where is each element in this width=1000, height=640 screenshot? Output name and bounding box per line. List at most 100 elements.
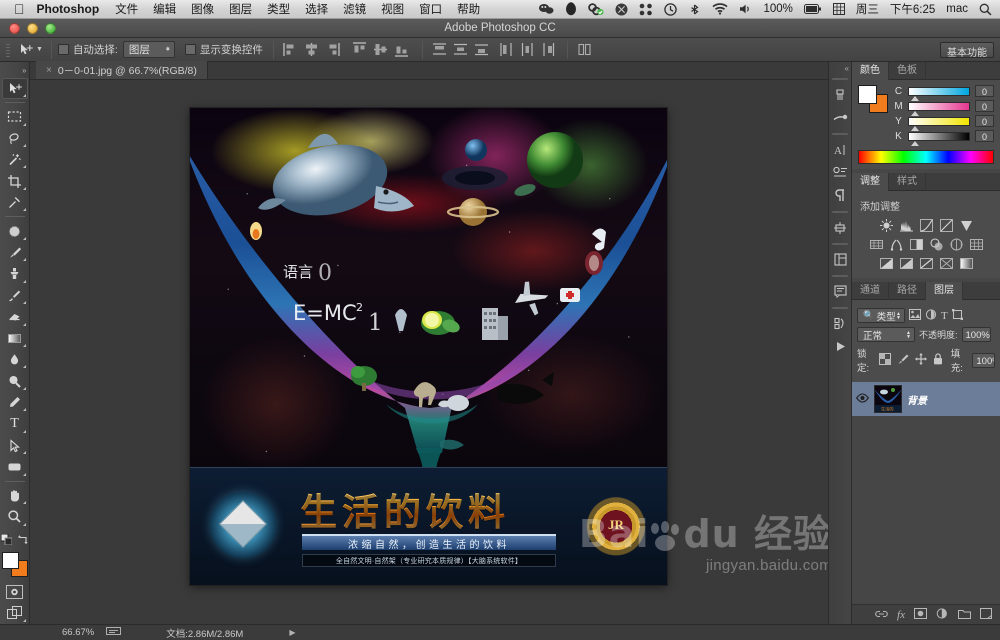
lasso-tool[interactable] xyxy=(2,128,28,149)
vibrance-icon[interactable] xyxy=(959,218,974,233)
path-selection-tool[interactable] xyxy=(2,435,28,456)
tab-channels[interactable]: 通道 xyxy=(852,282,889,300)
menu-item-type[interactable]: 类型 xyxy=(267,1,290,17)
distribute-right-edges-button[interactable] xyxy=(540,41,557,58)
cyan-slider[interactable] xyxy=(908,86,970,101)
color-spectrum-ramp[interactable] xyxy=(858,150,994,164)
slider-thumb[interactable] xyxy=(911,95,919,101)
menu-item-layer[interactable]: 图层 xyxy=(229,1,252,17)
blend-mode-dropdown[interactable]: 正常 ▲ ▼ xyxy=(857,327,915,342)
apple-icon[interactable]:  xyxy=(14,2,25,16)
close-button[interactable] xyxy=(9,22,20,34)
screen-mode-icon[interactable] xyxy=(2,602,28,623)
threshold-icon[interactable] xyxy=(919,256,934,271)
distribute-top-edges-button[interactable] xyxy=(431,41,448,58)
quick-mask-icon[interactable] xyxy=(2,581,28,602)
lock-position-icon[interactable] xyxy=(914,352,927,368)
spot-healing-tool[interactable] xyxy=(2,220,28,241)
eye-icon[interactable] xyxy=(856,390,869,408)
color-balance-icon[interactable] xyxy=(889,237,904,252)
minimize-button[interactable] xyxy=(27,22,38,34)
crop-tool[interactable] xyxy=(2,170,28,191)
character-panel-icon[interactable]: A xyxy=(829,138,851,161)
align-right-edges-button[interactable] xyxy=(324,41,341,58)
adjustment-layer-filter-icon[interactable] xyxy=(925,308,937,323)
magic-wand-tool[interactable] xyxy=(2,149,28,170)
shape-tool[interactable] xyxy=(2,456,28,477)
fill-value[interactable]: 100% xyxy=(972,352,995,368)
distribute-horizontal-centers-button[interactable] xyxy=(519,41,536,58)
yellow-value[interactable]: 0 xyxy=(975,115,994,127)
volume-icon[interactable] xyxy=(739,3,752,15)
tab-paths[interactable]: 路径 xyxy=(889,282,926,300)
yellow-slider[interactable] xyxy=(908,116,970,131)
wechat-icon[interactable] xyxy=(538,3,554,15)
distribute-left-edges-button[interactable] xyxy=(498,41,515,58)
eyedropper-tool[interactable] xyxy=(2,192,28,213)
move-tool-icon[interactable]: ▼ xyxy=(16,42,45,57)
new-group-icon[interactable] xyxy=(958,606,971,624)
menu-app-name[interactable]: Photoshop xyxy=(37,2,100,16)
foreground-color-swatch[interactable] xyxy=(1,551,19,569)
paragraph-panel-icon[interactable] xyxy=(829,184,851,207)
character-styles-icon[interactable] xyxy=(829,161,851,184)
clone-source-icon[interactable] xyxy=(829,312,851,335)
menu-item-file[interactable]: 文件 xyxy=(115,1,138,17)
timemachine-icon[interactable] xyxy=(664,2,678,16)
notes-panel-icon[interactable] xyxy=(829,280,851,303)
distribute-vertical-centers-button[interactable] xyxy=(452,41,469,58)
zoom-button[interactable] xyxy=(45,22,56,34)
cyan-value[interactable]: 0 xyxy=(975,85,994,97)
opacity-value[interactable]: 100% xyxy=(961,327,991,342)
distribute-bottom-edges-button[interactable] xyxy=(473,41,490,58)
black-white-icon[interactable] xyxy=(909,237,924,252)
double-chevron-icon[interactable]: » xyxy=(0,64,30,78)
canvas-stage[interactable]: 语言 0 E=MC 2 1 生活的饮料 浓缩自然，创造生活的饮料 全自然文明·自… xyxy=(30,80,838,624)
slider-thumb[interactable] xyxy=(911,140,919,146)
align-left-edges-button[interactable] xyxy=(282,41,299,58)
hand-tool[interactable] xyxy=(2,485,28,506)
menu-user[interactable]: mac xyxy=(946,3,968,15)
black-slider[interactable] xyxy=(908,131,970,146)
history-brush-panel-icon[interactable] xyxy=(829,83,851,106)
close-tab-icon[interactable]: × xyxy=(46,65,52,76)
document-canvas[interactable]: 语言 0 E=MC 2 1 生活的饮料 浓缩自然，创造生活的饮料 全自然文明·自… xyxy=(190,108,667,585)
blur-tool[interactable] xyxy=(2,349,28,370)
black-value[interactable]: 0 xyxy=(975,130,994,142)
align-top-edges-button[interactable] xyxy=(351,41,368,58)
shape-layer-filter-icon[interactable] xyxy=(951,308,963,323)
link-layers-icon[interactable] xyxy=(875,606,888,624)
menu-item-view[interactable]: 视图 xyxy=(381,1,404,17)
layer-thumbnail[interactable]: 生活的 xyxy=(874,385,902,413)
wifi-icon[interactable] xyxy=(712,3,728,15)
color-swatches[interactable] xyxy=(1,551,28,577)
zoom-level[interactable]: 66.67% xyxy=(62,627,94,638)
document-tab[interactable]: × 0－0-01.jpg @ 66.7%(RGB/8) xyxy=(36,61,208,79)
menu-item-image[interactable]: 图像 xyxy=(191,1,214,17)
exposure-icon[interactable] xyxy=(939,218,954,233)
type-layer-filter-icon[interactable]: T xyxy=(941,310,948,322)
menu-item-window[interactable]: 窗口 xyxy=(419,1,442,17)
color-panel-swatches[interactable] xyxy=(858,85,888,113)
options-bar-grip[interactable] xyxy=(4,41,13,58)
menu-item-edit[interactable]: 编辑 xyxy=(153,1,176,17)
spotlight-search-icon[interactable] xyxy=(979,3,992,16)
tool-presets-icon[interactable] xyxy=(829,106,851,129)
auto-align-layers-button[interactable] xyxy=(576,41,593,58)
magenta-slider[interactable] xyxy=(908,101,970,116)
posterize-icon[interactable] xyxy=(899,256,914,271)
move-tool[interactable] xyxy=(1,77,28,100)
dropbox-icon[interactable] xyxy=(639,3,653,16)
menu-item-help[interactable]: 帮助 xyxy=(457,1,480,17)
selective-color-icon[interactable] xyxy=(939,256,954,271)
new-adjustment-layer-icon[interactable] xyxy=(936,606,949,624)
battery-icon[interactable] xyxy=(803,4,822,14)
tab-layers[interactable]: 图层 xyxy=(926,282,963,300)
color-lookup-icon[interactable] xyxy=(969,237,984,252)
layer-filter-type-dropdown[interactable]: 🔍 类型 ▲ ▼ xyxy=(857,308,905,323)
cloud-sync-icon[interactable] xyxy=(588,2,604,16)
gradient-map-icon[interactable] xyxy=(959,256,974,271)
clone-stamp-tool[interactable] xyxy=(2,263,28,284)
tab-color[interactable]: 颜色 xyxy=(852,62,889,80)
new-layer-icon[interactable] xyxy=(980,606,992,624)
